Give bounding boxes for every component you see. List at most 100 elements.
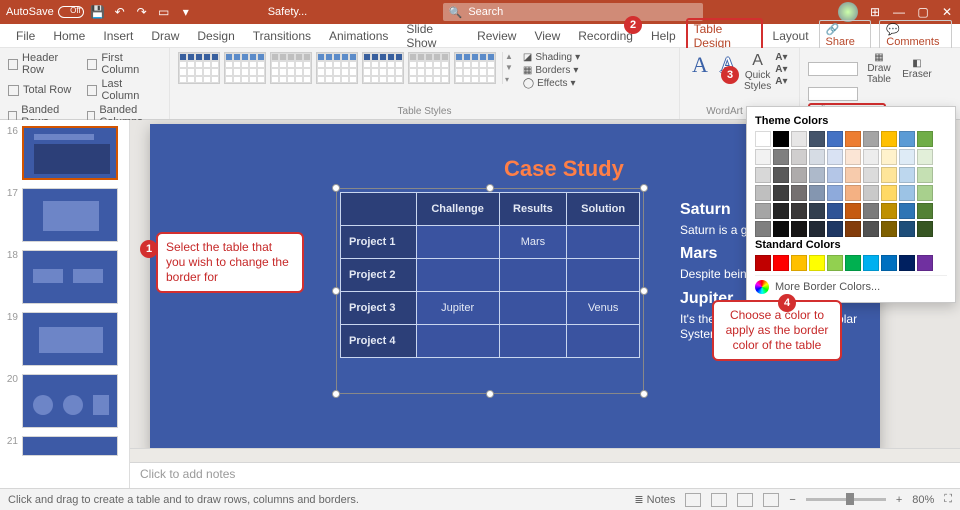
view-slideshow[interactable] (763, 493, 779, 507)
pen-weight-select[interactable] (808, 87, 858, 101)
theme-color-swatch[interactable] (809, 221, 825, 237)
standard-color-swatch[interactable] (845, 255, 861, 271)
theme-color-swatch[interactable] (863, 167, 879, 183)
tab-animations[interactable]: Animations (321, 25, 396, 47)
zoom-in[interactable]: + (896, 494, 902, 506)
standard-color-swatch[interactable] (755, 255, 771, 271)
tab-view[interactable]: View (526, 25, 568, 47)
tab-help[interactable]: Help (643, 25, 684, 47)
zoom-value[interactable]: 80% (912, 494, 934, 506)
theme-color-swatch[interactable] (863, 185, 879, 201)
save-icon[interactable]: 💾 (90, 4, 106, 20)
cell[interactable] (567, 325, 640, 358)
cell[interactable] (499, 292, 567, 325)
cell[interactable]: Mars (499, 226, 567, 259)
slide-thumbnail-pane[interactable]: 16 17 18 19 20 21 (0, 120, 130, 488)
theme-color-swatch[interactable] (881, 149, 897, 165)
theme-color-swatch[interactable] (809, 149, 825, 165)
theme-color-swatch[interactable] (827, 221, 843, 237)
gallery-more-icon[interactable]: ▲▼▾ (502, 52, 513, 84)
theme-color-swatch[interactable] (845, 167, 861, 183)
theme-color-swatch[interactable] (755, 131, 771, 147)
draw-table-button[interactable]: ▦ Draw Table (862, 52, 896, 85)
tab-insert[interactable]: Insert (95, 25, 141, 47)
startshow-icon[interactable]: ▭ (156, 4, 172, 20)
theme-color-swatch[interactable] (827, 203, 843, 219)
undo-icon[interactable]: ↶ (112, 4, 128, 20)
theme-color-swatch[interactable] (863, 221, 879, 237)
opt-total-row[interactable]: Total Row (8, 78, 77, 102)
theme-color-swatch[interactable] (917, 185, 933, 201)
text-fill-button[interactable]: A▾ (775, 52, 787, 63)
theme-color-swatch[interactable] (917, 203, 933, 219)
wordart-preview-1[interactable]: A (688, 52, 712, 78)
cell[interactable] (416, 226, 499, 259)
theme-color-swatch[interactable] (881, 131, 897, 147)
cell[interactable] (416, 259, 499, 292)
cell[interactable]: Venus (567, 292, 640, 325)
standard-color-swatch[interactable] (863, 255, 879, 271)
pen-style-select[interactable] (808, 62, 858, 76)
close-button[interactable]: ✕ (940, 5, 954, 19)
theme-color-swatch[interactable] (755, 221, 771, 237)
thumbnail-17[interactable] (22, 188, 118, 242)
tab-home[interactable]: Home (45, 25, 93, 47)
theme-color-swatch[interactable] (773, 167, 789, 183)
theme-color-swatch[interactable] (845, 149, 861, 165)
theme-color-swatch[interactable] (917, 149, 933, 165)
maximize-button[interactable]: ▢ (916, 5, 930, 19)
cell[interactable] (416, 325, 499, 358)
autosave-toggle[interactable]: AutoSave (6, 6, 84, 18)
zoom-slider[interactable] (806, 498, 886, 501)
theme-color-swatch[interactable] (845, 185, 861, 201)
theme-color-swatch[interactable] (863, 149, 879, 165)
theme-color-swatch[interactable] (791, 167, 807, 183)
theme-color-swatch[interactable] (899, 149, 915, 165)
cell[interactable]: Project 1 (341, 226, 417, 259)
thumbnail-21[interactable] (22, 436, 118, 456)
theme-color-swatch[interactable] (791, 149, 807, 165)
thumbnail-20[interactable] (22, 374, 118, 428)
search-input[interactable]: 🔍 Search (443, 3, 703, 21)
theme-color-swatch[interactable] (773, 131, 789, 147)
theme-color-swatch[interactable] (899, 221, 915, 237)
standard-color-swatch[interactable] (917, 255, 933, 271)
theme-color-swatch[interactable] (899, 167, 915, 183)
tab-layout[interactable]: Layout (765, 25, 817, 47)
zoom-out[interactable]: − (789, 494, 795, 506)
horizontal-scrollbar[interactable] (130, 448, 960, 462)
theme-color-swatch[interactable] (809, 167, 825, 183)
notes-pane[interactable]: Click to add notes (130, 462, 960, 488)
case-study-table[interactable]: Challenge Results Solution Project 1Mars… (340, 192, 640, 358)
thumbnail-18[interactable] (22, 250, 118, 304)
th-solution[interactable]: Solution (567, 193, 640, 226)
theme-color-swatch[interactable] (791, 131, 807, 147)
cell[interactable]: Jupiter (416, 292, 499, 325)
theme-color-swatch[interactable] (791, 221, 807, 237)
view-reading[interactable] (737, 493, 753, 507)
eraser-button[interactable]: ◧ Eraser (900, 58, 934, 80)
theme-color-swatch[interactable] (755, 149, 771, 165)
theme-color-swatch[interactable] (845, 203, 861, 219)
theme-color-swatch[interactable] (845, 221, 861, 237)
standard-color-swatch[interactable] (791, 255, 807, 271)
quick-styles-button[interactable]: A Quick Styles (744, 52, 771, 92)
standard-color-swatch[interactable] (881, 255, 897, 271)
user-avatar[interactable] (838, 2, 858, 22)
theme-color-swatch[interactable] (917, 221, 933, 237)
standard-color-swatch[interactable] (809, 255, 825, 271)
cell[interactable] (499, 325, 567, 358)
theme-color-swatch[interactable] (791, 185, 807, 201)
theme-color-swatch[interactable] (755, 167, 771, 183)
theme-color-swatch[interactable] (881, 167, 897, 183)
cell[interactable]: Project 2 (341, 259, 417, 292)
qat-overflow-icon[interactable]: ▾ (178, 4, 194, 20)
theme-color-swatch[interactable] (899, 185, 915, 201)
text-outline-button[interactable]: A▾ (775, 64, 787, 75)
shading-button[interactable]: ◪ Shading ▾ (523, 52, 580, 63)
theme-color-swatch[interactable] (863, 203, 879, 219)
theme-color-swatch[interactable] (809, 185, 825, 201)
theme-color-swatch[interactable] (845, 131, 861, 147)
fit-to-window[interactable]: ⛶ (944, 493, 952, 506)
tab-design[interactable]: Design (189, 25, 242, 47)
